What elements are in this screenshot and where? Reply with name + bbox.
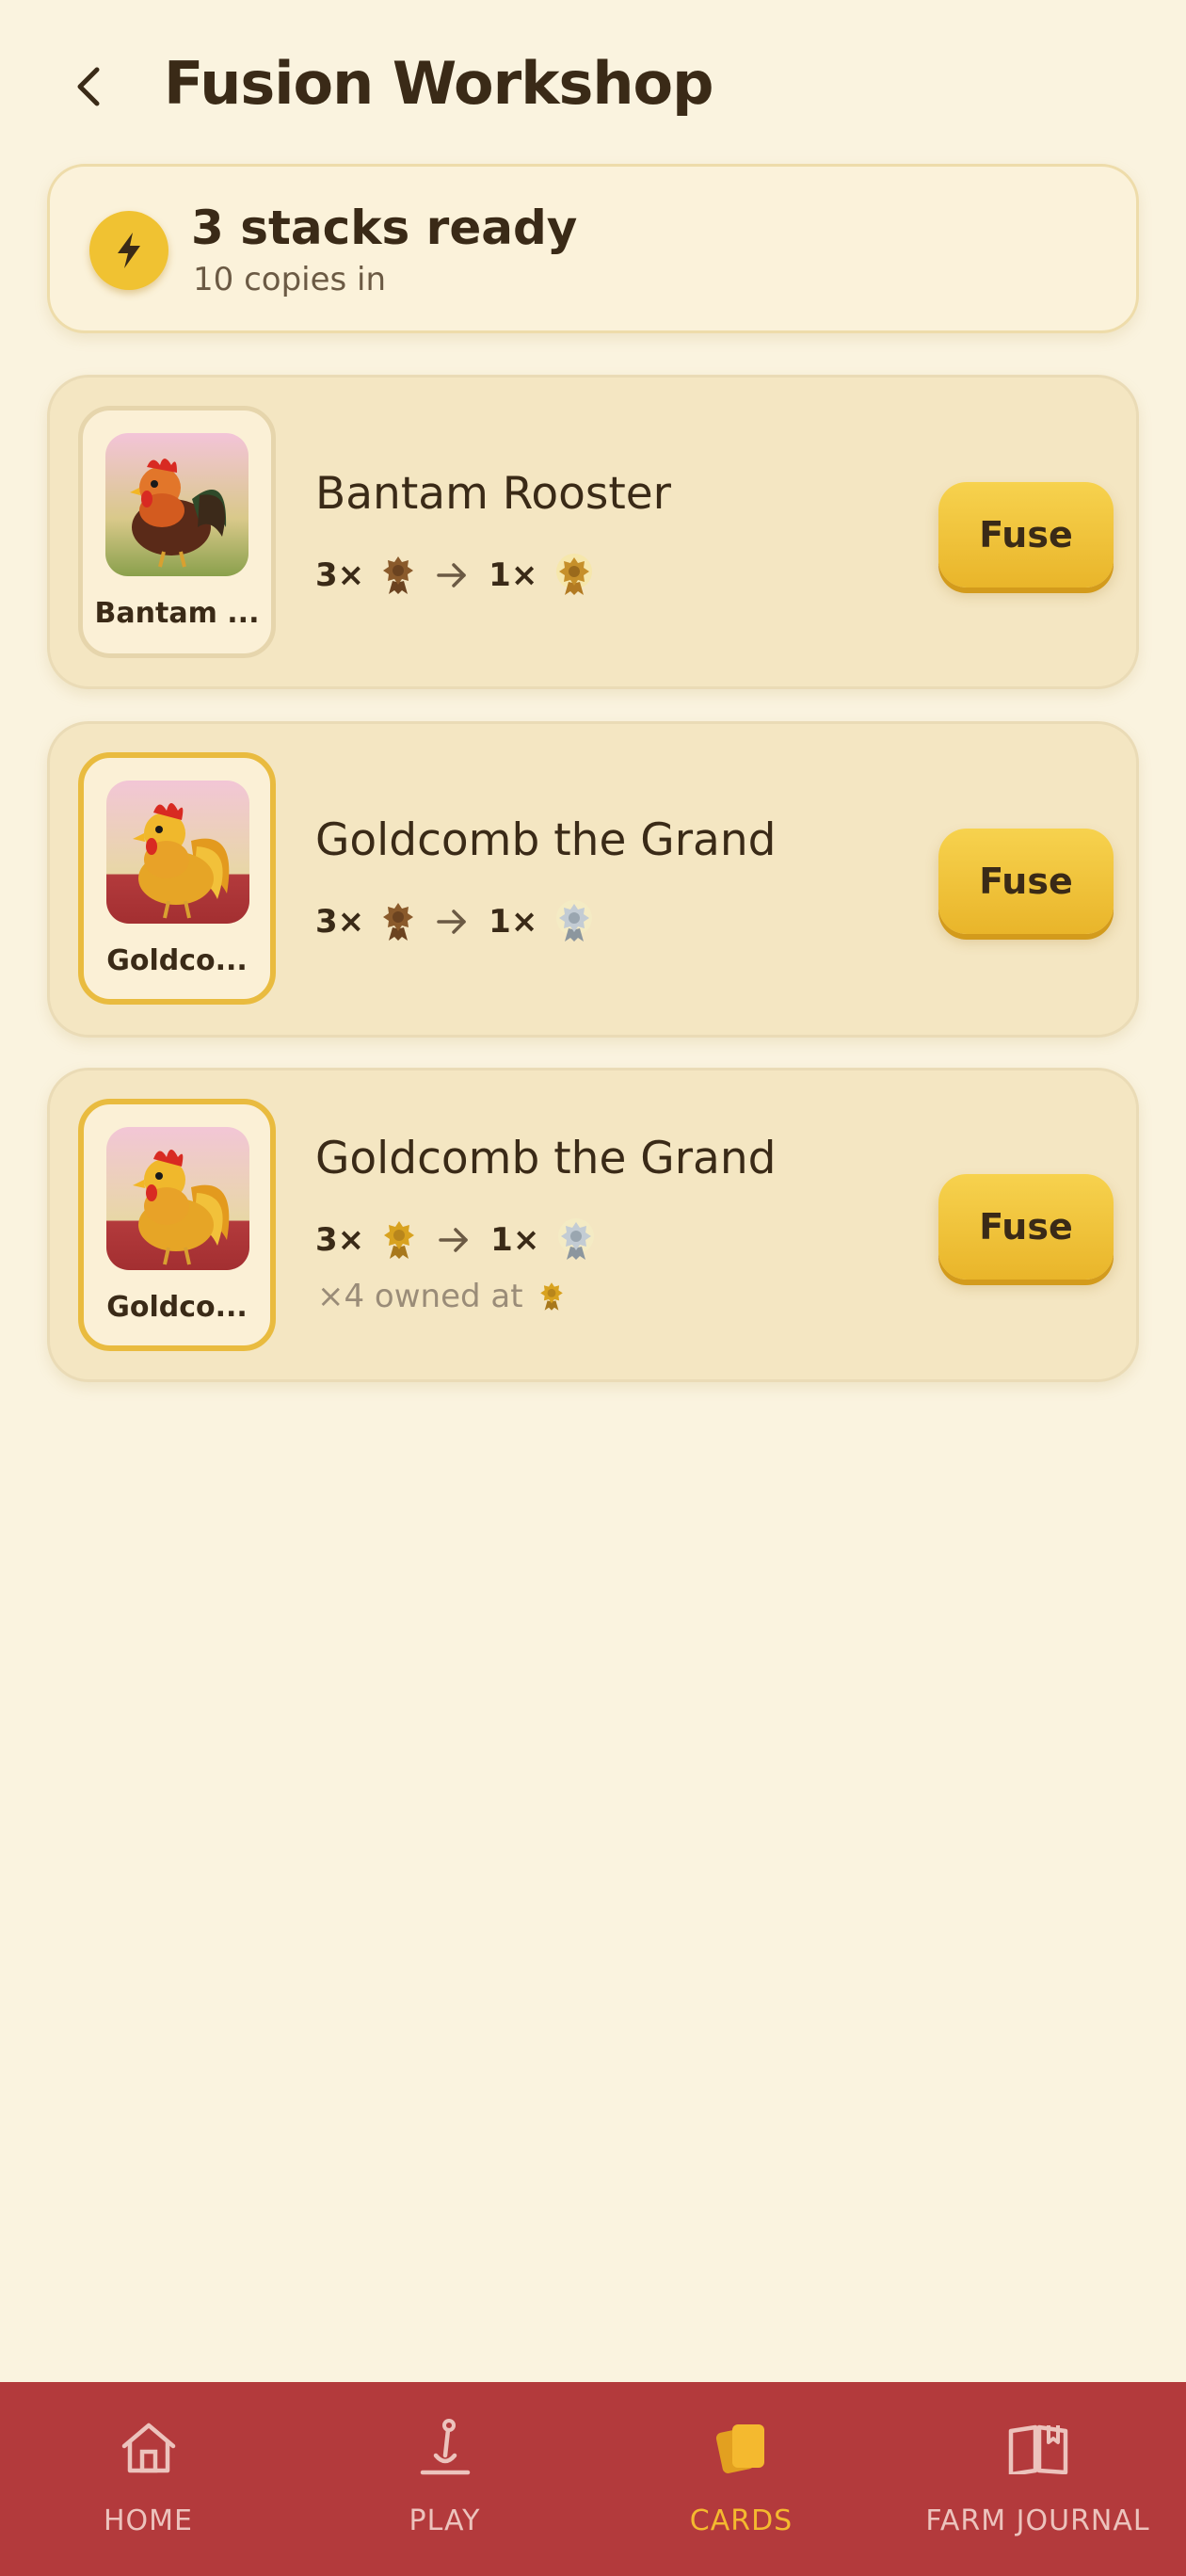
silver-medal-icon xyxy=(556,900,593,942)
input-count: 3× xyxy=(315,903,365,941)
cards-icon xyxy=(708,2414,776,2482)
card-thumbnail[interactable]: Goldco... xyxy=(78,1099,276,1351)
rooster-illustration xyxy=(106,781,249,924)
stacks-ready-text: 3 stacks ready xyxy=(191,201,578,255)
arrow-right-icon xyxy=(437,563,466,588)
nav-item-cards[interactable]: CARDS xyxy=(593,2382,890,2576)
output-count: 1× xyxy=(489,556,538,594)
shovel-icon xyxy=(411,2414,479,2482)
owned-note-text: ×4 owned at xyxy=(317,1278,523,1315)
card-name: Goldcomb the Grand xyxy=(315,1133,777,1184)
card-name: Goldcomb the Grand xyxy=(315,814,777,866)
nav-label: HOME xyxy=(103,2504,193,2537)
fusion-stack-card: Goldco... Goldcomb the Grand 3× 1× xyxy=(47,1068,1139,1382)
fuse-button[interactable]: Fuse xyxy=(938,1174,1114,1280)
nav-item-farm-journal[interactable]: FARM JOURNAL xyxy=(890,2382,1186,2576)
silver-medal-icon xyxy=(558,1218,595,1260)
page-title: Fusion Workshop xyxy=(164,49,713,118)
thumbnail-label: Bantam ... xyxy=(94,597,260,630)
chevron-left-icon xyxy=(77,67,100,106)
rooster-illustration xyxy=(105,433,248,576)
fusion-stack-card: Goldco... Goldcomb the Grand 3× 1× xyxy=(47,721,1139,1038)
nav-label: FARM JOURNAL xyxy=(925,2504,1150,2537)
card-name: Bantam Rooster xyxy=(315,468,671,520)
fusion-recipe: 3× 1× xyxy=(315,552,594,599)
fuse-button[interactable]: Fuse xyxy=(938,482,1114,588)
ready-summary-card: 3 stacks ready 10 copies in xyxy=(47,164,1139,333)
bottom-navigation: HOME PLAY CARDS FARM JOURNAL xyxy=(0,2382,1186,2576)
back-button[interactable] xyxy=(55,47,124,126)
fusion-recipe: 3× 1× xyxy=(315,898,594,945)
fusion-stack-card: Bantam ... Bantam Rooster 3× 1× Fuse xyxy=(47,375,1139,689)
lightning-bolt-icon xyxy=(89,211,168,290)
output-count: 1× xyxy=(490,1221,540,1259)
owned-note: ×4 owned at xyxy=(317,1278,565,1315)
gold-medal-icon xyxy=(539,1282,563,1311)
input-count: 3× xyxy=(315,1221,365,1259)
nav-item-play[interactable]: PLAY xyxy=(296,2382,593,2576)
thumbnail-label: Goldco... xyxy=(106,944,248,977)
bronze-medal-icon xyxy=(383,903,414,941)
rooster-illustration xyxy=(106,1127,249,1270)
thumbnail-label: Goldco... xyxy=(106,1291,248,1324)
bronze-medal-icon xyxy=(383,556,414,594)
nav-label: CARDS xyxy=(689,2504,793,2537)
output-count: 1× xyxy=(489,903,538,941)
header: Fusion Workshop xyxy=(0,0,1186,169)
gold-medal-icon xyxy=(556,554,593,595)
nav-item-home[interactable]: HOME xyxy=(0,2382,296,2576)
input-count: 3× xyxy=(315,556,365,594)
fuse-button[interactable]: Fuse xyxy=(938,829,1114,934)
card-thumbnail[interactable]: Bantam ... xyxy=(78,406,276,658)
copies-in-text: 10 copies in xyxy=(193,261,387,298)
journal-icon xyxy=(1004,2414,1072,2482)
arrow-right-icon xyxy=(439,1228,468,1252)
home-icon xyxy=(115,2414,183,2482)
nav-label: PLAY xyxy=(409,2504,481,2537)
card-thumbnail[interactable]: Goldco... xyxy=(78,752,276,1005)
gold-medal-icon xyxy=(384,1221,415,1259)
arrow-right-icon xyxy=(437,910,466,934)
fusion-workshop-screen: Fusion Workshop 3 stacks ready 10 copies… xyxy=(0,0,1186,2576)
fusion-recipe: 3× 1× xyxy=(315,1216,596,1264)
